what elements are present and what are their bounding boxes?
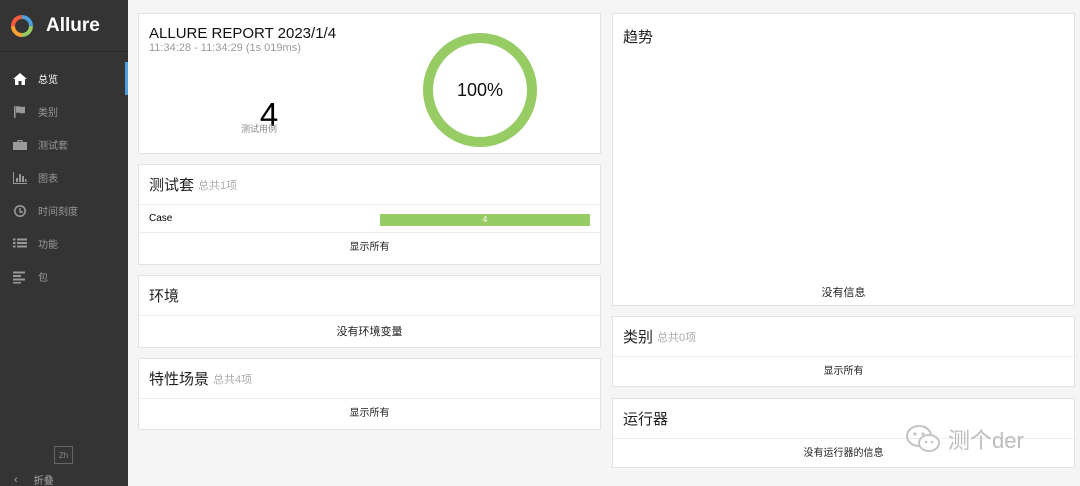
environment-empty-text: 没有环境变量	[336, 326, 403, 338]
sidebar-item-graphs[interactable]: 图表	[0, 161, 128, 194]
watermark-text: 测个der	[948, 428, 1024, 453]
environment-title: 环境	[149, 288, 180, 305]
watermark: 测个der	[904, 423, 1024, 455]
categories-subtitle: 总共0项	[657, 331, 697, 344]
report-title: ALLURE REPORT 2023/1/4	[149, 25, 337, 42]
success-rate-label: 100%	[457, 80, 503, 100]
sidebar-item-label: 测试套	[38, 141, 68, 152]
executors-title: 运行器	[623, 411, 669, 428]
sidebar-item-label: 类别	[38, 108, 58, 119]
language-button[interactable]: Zh	[54, 446, 73, 464]
categories-header: 类别 总共0项	[613, 317, 1074, 357]
sidebar-item-label: 总览	[38, 75, 58, 86]
features-header: 特性场景 总共4项	[139, 359, 600, 399]
categories-show-all-link[interactable]: 显示所有	[613, 357, 1074, 387]
app-name: Allure	[46, 14, 100, 36]
align-left-icon	[12, 270, 28, 284]
report-time: 11:34:28 - 11:34:29 (1s 019ms)	[149, 42, 301, 54]
features-title: 特性场景	[149, 371, 210, 388]
suites-widget: 测试套 总共1项 Case 4 显示所有	[138, 164, 601, 265]
suites-title: 测试套	[149, 177, 195, 194]
suites-header: 测试套 总共1项	[139, 165, 600, 205]
brand[interactable]: Allure	[0, 0, 128, 52]
chevron-left-icon: ‹	[14, 473, 18, 486]
flag-icon	[12, 105, 28, 119]
sidebar-item-timeline[interactable]: 时间刻度	[0, 194, 128, 227]
home-icon	[12, 72, 28, 86]
sidebar-item-label: 包	[38, 273, 48, 284]
allure-logo-icon	[11, 14, 33, 37]
trend-empty-text: 没有信息	[821, 287, 866, 299]
sidebar-item-suites[interactable]: 测试套	[0, 128, 128, 161]
trend-title: 趋势	[623, 29, 654, 46]
categories-title: 类别	[623, 329, 654, 346]
features-show-all-link[interactable]: 显示所有	[139, 399, 600, 429]
summary-widget: ALLURE REPORT 2023/1/4 11:34:28 - 11:34:…	[138, 13, 601, 154]
suite-name: Case	[149, 213, 173, 224]
trend-widget: 趋势 没有信息	[612, 13, 1075, 306]
sidebar-item-behaviors[interactable]: 功能	[0, 227, 128, 260]
clock-icon	[12, 204, 28, 218]
success-rate-donut: 100%	[423, 33, 537, 147]
collapse-label: 折叠	[33, 476, 54, 486]
sidebar: Allure 总览 类别 测试套 图表 时间刻度 功能 包 Zh ‹ 折叠	[0, 0, 128, 486]
wechat-icon	[906, 425, 940, 452]
suites-subtitle: 总共1项	[198, 179, 238, 192]
features-widget: 特性场景 总共4项 显示所有	[138, 358, 601, 430]
suite-status-bar[interactable]: 4	[380, 214, 590, 226]
categories-widget: 类别 总共0项 显示所有	[612, 316, 1075, 387]
list-icon	[12, 237, 28, 251]
sidebar-item-packages[interactable]: 包	[0, 260, 128, 293]
sidebar-item-categories[interactable]: 类别	[0, 95, 128, 128]
sidebar-item-label: 图表	[38, 174, 58, 185]
test-case-count-label: 测试用例	[240, 124, 277, 134]
environment-widget: 环境 没有环境变量	[138, 275, 601, 348]
briefcase-icon	[12, 138, 28, 152]
features-subtitle: 总共4项	[213, 373, 253, 386]
sidebar-nav: 总览 类别 测试套 图表 时间刻度 功能 包	[0, 62, 128, 293]
sidebar-item-label: 功能	[38, 240, 58, 251]
collapse-button[interactable]: ‹ 折叠	[14, 472, 54, 486]
suites-show-all-link[interactable]: 显示所有	[139, 233, 600, 263]
sidebar-item-overview[interactable]: 总览	[0, 62, 128, 95]
environment-header: 环境	[139, 276, 600, 316]
bar-chart-icon	[12, 171, 28, 185]
sidebar-item-label: 时间刻度	[38, 207, 78, 218]
